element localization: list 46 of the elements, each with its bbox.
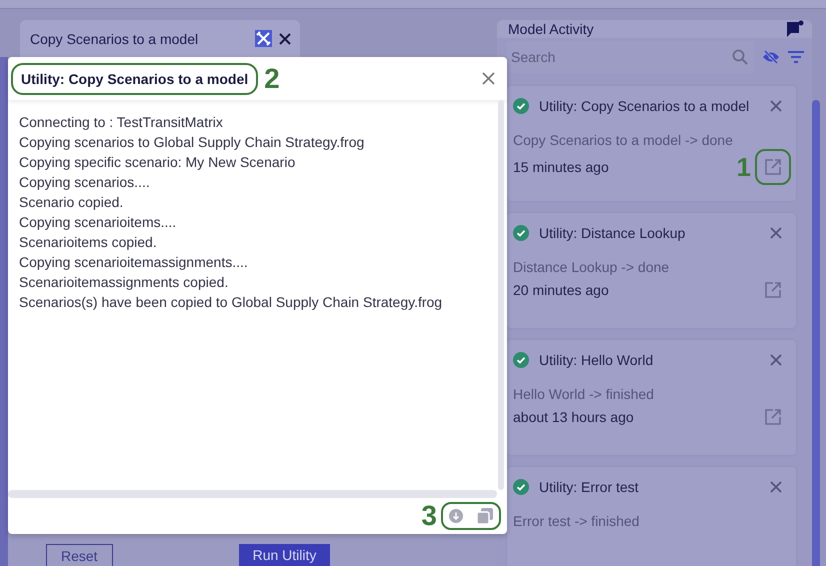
- log-line: Connecting to : TestTransitMatrix: [19, 113, 224, 132]
- filter-icon[interactable]: [788, 51, 804, 63]
- dialog-title: Utility: Copy Scenarios to a model: [11, 62, 258, 94]
- card-title: Utility: Hello World: [539, 352, 654, 368]
- callout-number: 1: [736, 154, 751, 180]
- card-message: Error test -> finished: [513, 513, 640, 529]
- message-flag-icon[interactable]: [786, 20, 804, 38]
- download-icon[interactable]: [449, 509, 463, 523]
- tools-icon[interactable]: [255, 30, 272, 47]
- log-line: Scenarioitems copied.: [19, 233, 158, 252]
- log-line: Scenario copied.: [19, 193, 124, 212]
- log-line: Copying scenarioitemassignments....: [19, 253, 249, 272]
- log-line: Copying scenarios to Global Supply Chain Strategy.frog: [19, 133, 366, 152]
- card-time: 20 minutes ago: [513, 282, 610, 298]
- open-external-icon[interactable]: [764, 408, 782, 426]
- callout-number: 2: [264, 64, 280, 92]
- hidden-eye-icon[interactable]: [762, 50, 780, 64]
- log-line: Scenarioitemassignments copied.: [19, 273, 230, 292]
- search-icon: [732, 49, 748, 65]
- search-input[interactable]: Search: [507, 49, 732, 65]
- scrollbar-thumb[interactable]: [812, 100, 820, 566]
- panel-button[interactable]: Run Utility: [238, 544, 330, 566]
- tab-title: Copy Scenarios to a model: [30, 30, 200, 46]
- open-external-icon[interactable]: [764, 281, 782, 299]
- log-line: Copying scenarios....: [19, 173, 151, 192]
- card-time: 15 minutes ago: [513, 159, 610, 175]
- close-icon[interactable]: [482, 72, 495, 85]
- open-external-icon[interactable]: [755, 149, 791, 185]
- card-message: Hello World -> finished: [513, 386, 655, 402]
- horizontal-scrollbar[interactable]: [8, 490, 497, 498]
- panel-title: Model Activity: [508, 21, 594, 37]
- log-line: Scenarios(s) have been copied to Global Supply Chain Strategy.frog: [19, 293, 444, 312]
- log-line: Copying specific scenario: My New Scenario: [19, 153, 296, 172]
- panel-button[interactable]: Reset: [46, 544, 113, 566]
- panel-tab[interactable]: Copy Scenarios to a model: [20, 20, 300, 57]
- card-title: Utility: Error test: [539, 479, 640, 495]
- card-time: about 13 hours ago: [513, 409, 635, 425]
- vertical-scrollbar[interactable]: [498, 100, 504, 490]
- card-message: Copy Scenarios to a model -> done: [513, 132, 734, 148]
- callout-number: 3: [421, 502, 437, 530]
- log-line: Copying scenarioitems....: [19, 213, 178, 232]
- card-title: Utility: Distance Lookup: [539, 225, 686, 241]
- copy-icon[interactable]: [477, 508, 493, 524]
- card-message: Distance Lookup -> done: [513, 259, 670, 275]
- close-icon[interactable]: [278, 32, 292, 46]
- card-title: Utility: Copy Scenarios to a model: [539, 98, 750, 114]
